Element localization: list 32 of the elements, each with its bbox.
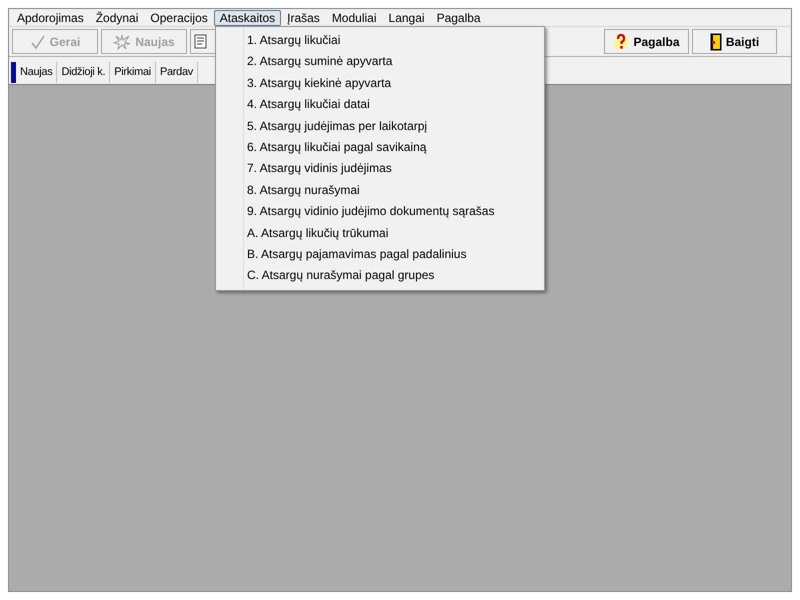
menu-item[interactable]: Operacijos bbox=[144, 10, 214, 26]
toolbar-button[interactable]: Baigti bbox=[692, 29, 777, 54]
menu-item[interactable]: Įrašas bbox=[281, 10, 326, 26]
starburst-icon bbox=[113, 34, 132, 50]
tab[interactable]: Pardav bbox=[156, 62, 198, 82]
dropdown-menu-item[interactable]: 8. Atsargų nurašymai bbox=[247, 180, 544, 202]
document-icon bbox=[194, 34, 208, 50]
dropdown-menu-item[interactable]: 6. Atsargų likučiai pagal savikainą bbox=[247, 136, 544, 158]
menu-item[interactable]: Moduliai bbox=[326, 10, 383, 26]
tab[interactable]: Pirkimai bbox=[110, 62, 156, 82]
dropdown-menu-item[interactable]: 1. Atsargų likučiai bbox=[247, 30, 544, 52]
door-icon bbox=[710, 32, 722, 50]
dropdown-menu-item[interactable]: A. Atsargų likučių trūkumai bbox=[247, 222, 544, 244]
question-mark-icon bbox=[613, 32, 630, 50]
dropdown-menu-item[interactable]: 2. Atsargų suminė apyvarta bbox=[247, 51, 544, 73]
dropdown-menu-item[interactable]: 3. Atsargų kiekinė apyvarta bbox=[247, 72, 544, 94]
dropdown-menu-item[interactable]: 5. Atsargų judėjimas per laikotarpį bbox=[247, 116, 544, 137]
menu-item[interactable]: Žodynai bbox=[90, 10, 144, 26]
dropdown-menu-item[interactable]: B. Atsargų pajamavimas pagal padalinius bbox=[247, 244, 544, 266]
menu-item[interactable]: Langai bbox=[382, 10, 431, 26]
dropdown-menu-item[interactable]: 9. Atsargų vidinio judėjimo dokumentų sąrašas bbox=[247, 201, 544, 223]
dropdown-menu-item[interactable]: 4. Atsargų likučiai datai bbox=[247, 94, 544, 116]
menu-item[interactable]: Ataskaitos bbox=[214, 10, 282, 26]
tab[interactable]: Didžioji k. bbox=[57, 62, 110, 82]
menu-item[interactable]: Pagalba bbox=[430, 10, 487, 26]
toolbar-button[interactable]: Pagalba bbox=[604, 29, 689, 54]
tab[interactable]: Naujas bbox=[16, 62, 58, 82]
tab-marker bbox=[11, 62, 16, 82]
checkmark-icon bbox=[30, 34, 46, 50]
menu-item[interactable]: Apdorojimas bbox=[11, 10, 90, 26]
dropdown-menu-item[interactable]: 7. Atsargų vidinis judėjimas bbox=[247, 158, 544, 180]
dropdown-menu-item[interactable]: C. Atsargų nurašymai pagal grupes bbox=[247, 265, 544, 287]
